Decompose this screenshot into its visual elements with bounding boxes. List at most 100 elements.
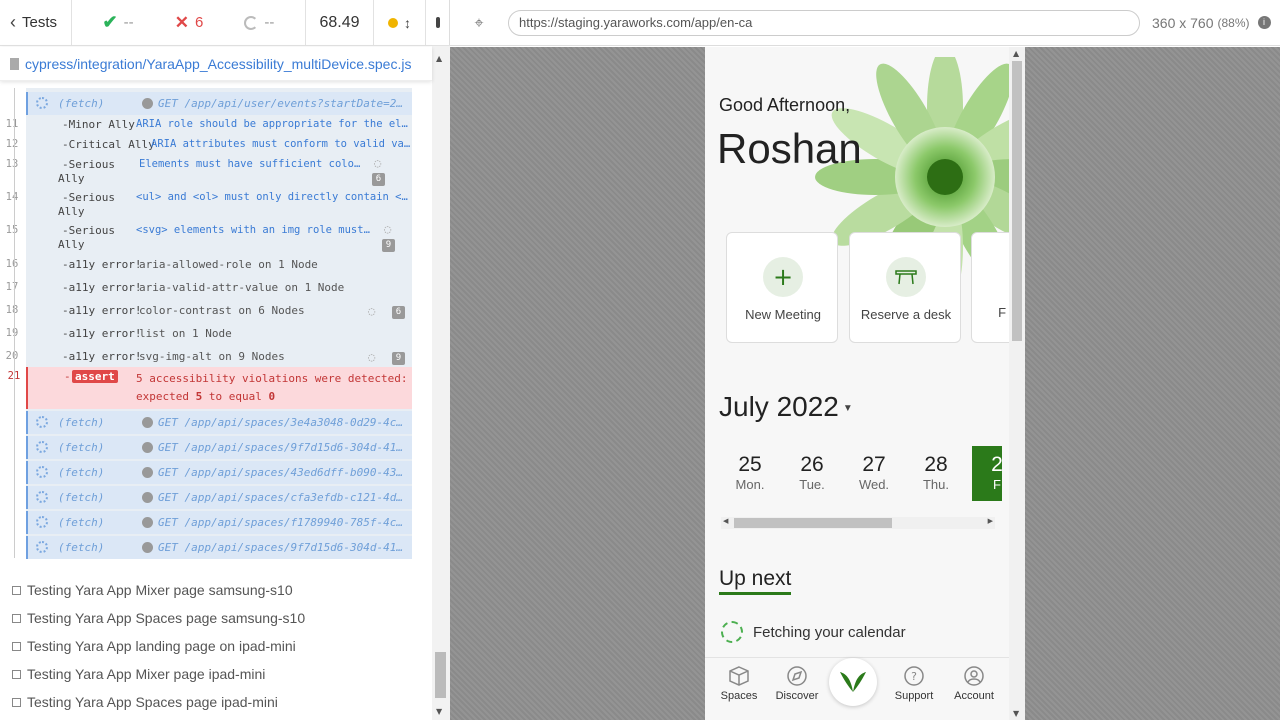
caret-down-icon: ▼ [842,403,853,415]
month-label: July 2022 [719,391,839,422]
assert-row[interactable]: 21 - assert 5 accessibility violations w… [8,367,412,409]
scroll-down-icon[interactable]: ▼ [1013,709,1019,718]
command-row[interactable]: 20 -a11y error! svg-img-alt on 9 Nodes ◌… [6,350,412,368]
command-row[interactable]: 15 -Serious Ally <svg> elements with an … [6,222,412,256]
bottom-nav: Spaces Discover ? Support Account [705,657,1009,720]
command-row-fetch[interactable]: (fetch) GET /app/api/spaces/cfa3efdb-c12… [26,486,412,509]
day-item[interactable]: 26 Tue. [787,453,837,492]
scroll-up-icon[interactable]: ▲ [436,54,442,63]
running-dot-icon [388,17,398,28]
days-scrollbar[interactable]: ◀ ▶ [721,517,995,529]
check-icon: ✔ [102,12,118,32]
selector-playground-icon[interactable]: ⌖ [450,13,508,33]
command-row-fetch[interactable]: (fetch) GET /app/api/spaces/f1789940-785… [26,511,412,534]
count-badge: 6 [372,173,385,186]
pending-icon [244,15,259,30]
tests-nav-button[interactable]: ‹ Tests [0,0,72,46]
test-item[interactable]: Testing Yara App landing page on ipad-mi… [0,632,432,660]
tests-label: Tests [22,14,58,31]
command-name: (fetch) [58,416,105,429]
command-row[interactable]: 16 -a11y error! aria-allowed-role on 1 N… [6,258,412,276]
command-row[interactable]: 19 -a11y error! list on 1 Node [6,327,412,345]
hidden-eye-icon[interactable]: ◌ [368,304,375,318]
line-number: 18 [5,304,19,316]
nav-discover[interactable]: Discover [767,664,827,702]
line-number: 12 [5,138,19,150]
checkbox-icon [12,585,21,595]
hidden-eye-icon[interactable]: ◌ [384,222,391,236]
command-row-fetch[interactable]: (fetch) GET /app/api/spaces/9f7d15d6-304… [26,536,412,559]
status-dot-icon [142,492,153,503]
greeting: Good Afternoon, [719,95,851,115]
line-number: 15 [5,224,19,236]
test-title: Testing Yara App Mixer page samsung-s10 [27,582,293,598]
month-selector[interactable]: July 2022 ▼ [719,391,853,423]
assert-expected: 0 [268,390,276,403]
day-item-selected[interactable]: 2F [972,446,1002,501]
runner-scrollbar[interactable]: ▲ ▼ [432,46,450,720]
command-row[interactable]: 18 -a11y error! color-contrast on 6 Node… [6,304,412,322]
scroll-up-icon[interactable]: ▲ [1013,49,1019,58]
checkbox-icon [12,613,21,623]
command-row[interactable]: 12 -Critical Ally ARIA attributes must c… [6,138,412,156]
test-item[interactable]: Testing Yara App Spaces page ipad-mini [0,688,432,716]
command-row-fetch[interactable]: (fetch) GET /app/api/spaces/43ed6dff-b09… [26,461,412,484]
nav-label: Support [894,690,934,702]
assert-actual: 5 [195,390,203,403]
scrollbar-thumb[interactable] [734,518,892,528]
assert-to-equal: to equal [208,390,262,403]
home-logo-button[interactable] [829,658,877,706]
test-title: Testing Yara App Spaces page ipad-mini [27,694,278,710]
day-item[interactable]: 28 Thu. [911,453,961,492]
command-log-box: (fetch) GET /app/api/user/events?startDa… [6,88,412,559]
test-item[interactable]: Testing Yara App Mixer page samsung-s10 [0,576,432,604]
command-message: GET /app/api/spaces/43ed6dff-b090-43... [158,466,408,479]
command-row-fetch[interactable]: (fetch) GET /app/api/spaces/3e4a3048-0d2… [26,411,412,434]
command-row[interactable]: 17 -a11y error! aria-valid-attr-value on… [6,281,412,299]
status-dot-icon [142,542,153,553]
spinner-icon [36,541,48,553]
new-meeting-card[interactable]: + New Meeting [726,232,838,343]
scroll-right-icon[interactable]: ▶ [988,517,993,525]
scroll-down-icon[interactable]: ▼ [436,707,442,716]
hidden-eye-icon[interactable]: ◌ [374,156,381,170]
stop-button[interactable] [426,0,450,46]
hidden-eye-icon[interactable]: ◌ [368,350,375,364]
autoscroll-icon: ↕ [404,14,411,31]
test-item[interactable]: Testing Yara App Spaces page samsung-s10 [0,604,432,632]
scroll-left-icon[interactable]: ◀ [723,517,728,525]
nav-spaces[interactable]: Spaces [709,664,769,702]
app-scrollbar[interactable]: ▲ ▼ [1009,47,1025,720]
command-row-fetch[interactable]: (fetch) GET /app/api/user/events?startDa… [26,92,412,115]
fetching-text: Fetching your calendar [753,623,906,641]
desk-icon [886,257,926,297]
line-number: 14 [5,191,19,203]
up-next-heading: Up next [719,567,792,595]
url-bar[interactable]: https://staging.yaraworks.com/app/en-ca [508,9,1140,36]
day-item[interactable]: 27 Wed. [849,453,899,492]
failed-value: 6 [194,14,204,31]
scrollbar-thumb[interactable] [435,652,446,698]
card-label: New Meeting [745,307,821,322]
command-message: GET /app/api/spaces/3e4a3048-0d29-4c... [158,416,408,429]
command-row[interactable]: 14 -Serious Ally <ul> and <ol> must only… [6,191,412,223]
spec-file-bar: cypress/integration/YaraApp_Accessibilit… [0,47,432,81]
nav-support[interactable]: ? Support [884,664,944,702]
fetching-status: Fetching your calendar [721,621,906,643]
status-indicator[interactable]: ↕ [374,0,426,46]
day-item[interactable]: 25 Mon. [725,453,775,492]
spinner-icon [36,416,48,428]
command-row[interactable]: 13 -Serious Ally Elements must have suff… [6,156,412,190]
scrollbar-thumb[interactable] [1012,61,1022,341]
pending-value: -- [264,14,275,31]
reserve-desk-card[interactable]: Reserve a desk [849,232,961,343]
command-row-fetch[interactable]: (fetch) GET /app/api/spaces/9f7d15d6-304… [26,436,412,459]
spec-file-link[interactable]: cypress/integration/YaraApp_Accessibilit… [25,56,411,72]
test-item[interactable]: Testing Yara App Mixer page ipad-mini [0,660,432,688]
nav-account[interactable]: Account [944,664,1004,702]
command-row[interactable]: 11 -Minor Ally ARIA role should be appro… [6,118,412,136]
info-icon[interactable]: i [1257,16,1271,29]
checkbox-icon [12,697,21,707]
plus-icon: + [763,257,803,297]
assert-expected-label: expected [136,390,189,403]
